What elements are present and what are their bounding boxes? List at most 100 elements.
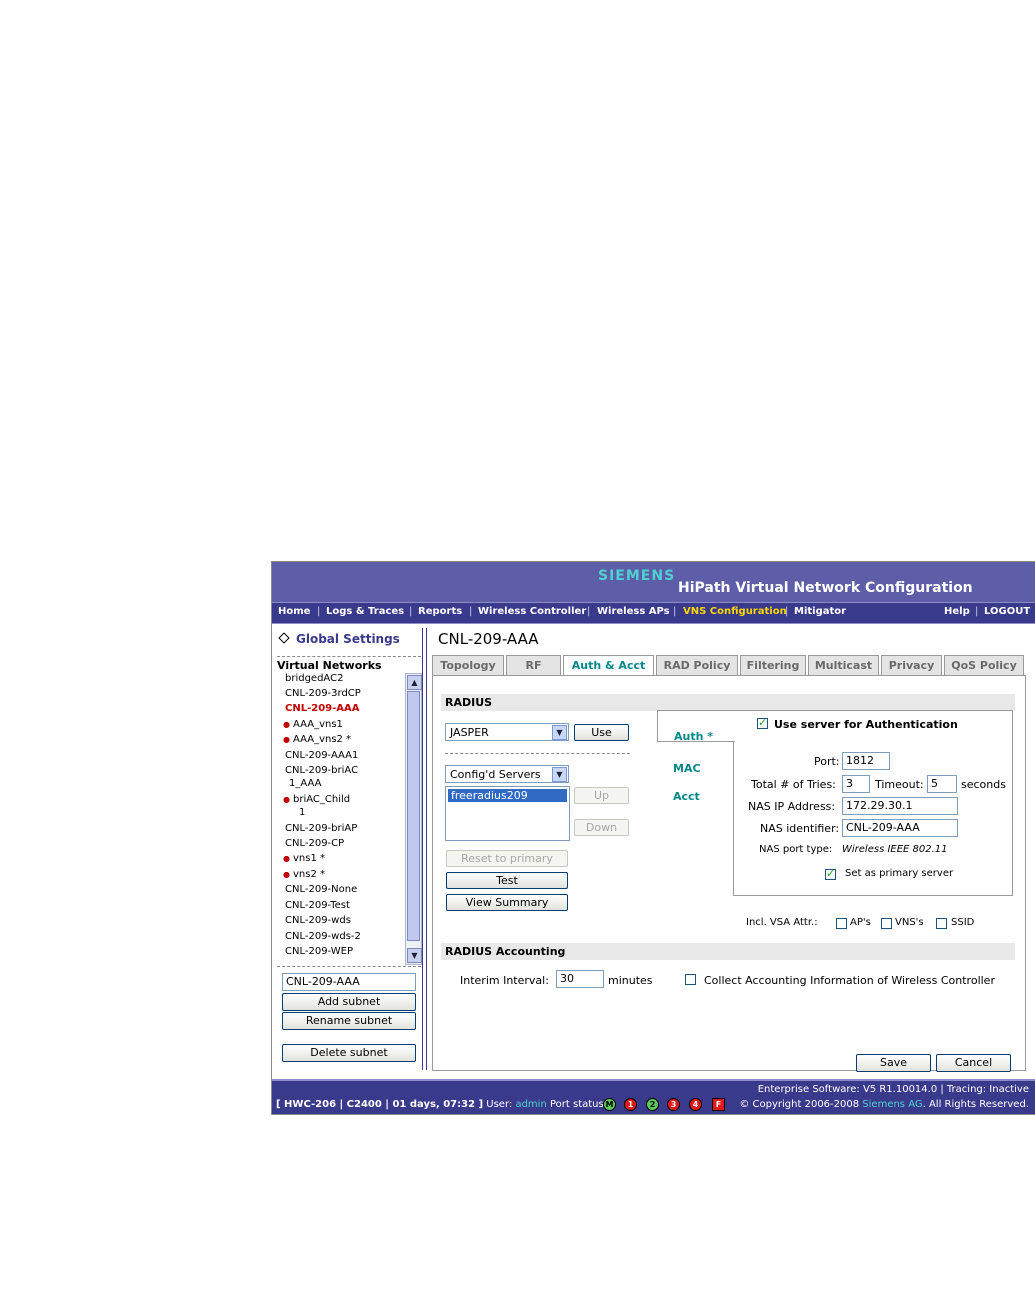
vsa-ssid-checkbox[interactable] [936,918,947,929]
list-item[interactable]: ● vns1 * [283,853,325,864]
nav-help[interactable]: Help [944,606,970,617]
use-button[interactable]: Use [574,724,629,741]
collect-accounting-label: Collect Accounting Information of Wirele… [704,974,995,987]
nav-reports[interactable]: Reports [418,606,462,617]
global-settings-link[interactable]: Global Settings [278,632,400,646]
divider [277,966,421,967]
list-item[interactable]: CNL-209-AAA1 [285,750,358,761]
nav-wireless-aps[interactable]: Wireless APs [597,606,670,617]
nav-logs-traces[interactable]: Logs & Traces [326,606,404,617]
nav-separator: | [317,606,321,617]
nav-logout[interactable]: LOGOUT [984,606,1030,617]
list-item[interactable]: CNL-209-CP [285,838,344,849]
list-item[interactable]: CNL-209-briAC [285,765,358,776]
tab-topology[interactable]: Topology [432,655,504,675]
list-item-continuation[interactable]: 1_AAA [289,778,321,789]
primary-server-checkbox[interactable] [825,867,836,880]
up-button[interactable]: Up [574,787,629,804]
subnet-name-input[interactable]: CNL-209-AAA [282,973,416,991]
port-label: Port: [814,755,840,768]
list-item[interactable]: CNL-209-briAP [285,823,357,834]
tries-input[interactable]: 3 [842,775,870,793]
list-item[interactable]: ● AAA_vns2 * [283,734,351,745]
nav-vns-configuration[interactable]: VNS Configuration [683,606,787,617]
nav-separator: | [975,606,979,617]
chevron-down-icon[interactable]: ▼ [552,767,567,782]
configured-servers-select[interactable]: Config'd Servers ▼ [445,765,569,783]
nav-wireless-controller[interactable]: Wireless Controller [478,606,586,617]
port-2-status-icon: 2 [646,1098,659,1111]
nas-id-input[interactable]: CNL-209-AAA [842,819,958,837]
tab-qos-policy[interactable]: QoS Policy [944,655,1024,675]
vsa-aps-label: AP's [850,917,871,928]
rename-subnet-button[interactable]: Rename subnet [282,1012,416,1030]
brand-logo: SIEMENS [598,568,676,584]
list-item-continuation[interactable]: 1 [299,807,305,818]
tab-multicast[interactable]: Multicast [808,655,879,675]
divider [445,753,630,754]
tab-rad-policy[interactable]: RAD Policy [656,655,738,675]
list-item[interactable]: bridgedAC2 [285,673,343,684]
list-item[interactable]: CNL-209-Test [285,900,350,911]
chevron-down-icon[interactable]: ▼ [552,725,567,740]
virtual-network-list: bridgedAC2 CNL-209-3rdCP CNL-209-AAA ● AA… [277,672,409,962]
nas-port-type-label: NAS port type: [759,844,833,855]
port-3-status-icon: 3 [667,1098,680,1111]
list-item[interactable]: CNL-209-wds-2 [285,931,361,942]
radius-section-heading: RADIUS [441,694,1015,711]
nav-home[interactable]: Home [278,606,310,617]
server-list[interactable]: freeradius209 [445,786,570,841]
delete-subnet-button[interactable]: Delete subnet [282,1044,416,1062]
cancel-button[interactable]: Cancel [936,1054,1011,1072]
sidebar: Global Settings Virtual Networks bridged… [272,624,422,1078]
list-item[interactable]: CNL-209-WEP [285,946,353,957]
vsa-ssid-label: SSID [951,917,975,928]
nav-mitigator[interactable]: Mitigator [794,606,846,617]
diamond-icon [278,632,290,644]
down-button[interactable]: Down [574,819,629,836]
nas-ip-input[interactable]: 172.29.30.1 [842,797,958,815]
view-summary-button[interactable]: View Summary [446,894,568,911]
radius-server-select[interactable]: JASPER ▼ [445,723,569,741]
test-button[interactable]: Test [446,872,568,889]
server-list-item[interactable]: freeradius209 [448,789,567,802]
status-bar: [ HWC-206 | C2400 | 01 days, 07:32 ] Use… [272,1079,1035,1114]
subtab-auth[interactable]: Auth * [674,730,713,743]
company-link[interactable]: Siemens AG [862,1099,922,1110]
nas-port-type-value: Wireless IEEE 802.11 [842,844,948,855]
list-item-label: AAA_vns1 [292,719,343,730]
sidebar-divider [422,628,427,1070]
collect-accounting-checkbox[interactable] [685,974,696,985]
tab-filtering[interactable]: Filtering [740,655,806,675]
vsa-aps-checkbox[interactable] [836,918,847,929]
timeout-input[interactable]: 5 [927,775,957,793]
use-for-auth-checkbox[interactable] [757,716,768,729]
add-subnet-button[interactable]: Add subnet [282,993,416,1011]
subtab-mac[interactable]: MAC [673,762,701,775]
subtab-acct[interactable]: Acct [673,790,700,803]
list-item-selected[interactable]: CNL-209-AAA [285,703,359,714]
seconds-label: seconds [961,778,1006,791]
tries-label: Total # of Tries: [751,778,836,791]
list-item[interactable]: CNL-209-None [285,884,357,895]
copyright: © Copyright 2006-2008 Siemens AG. All Ri… [739,1099,1029,1110]
list-item[interactable]: CNL-209-wds [285,915,351,926]
port-m-status-icon: M [603,1098,616,1111]
save-button[interactable]: Save [856,1054,931,1072]
reset-to-primary-button[interactable]: Reset to primary [446,850,568,867]
scroll-up-icon[interactable]: ▲ [407,675,422,690]
scrollbar-thumb[interactable] [407,691,420,941]
port-input[interactable]: 1812 [842,752,890,770]
tab-auth-acct[interactable]: Auth & Acct [563,655,654,676]
list-item[interactable]: CNL-209-3rdCP [285,688,361,699]
tab-privacy[interactable]: Privacy [881,655,942,675]
list-item[interactable]: ● briAC_Child [283,794,350,805]
list-item[interactable]: ● vns2 * [283,869,325,880]
interim-interval-input[interactable]: 30 [556,970,604,988]
network-list-scrollbar[interactable]: ▲ ▼ [405,673,422,965]
vsa-vnss-checkbox[interactable] [881,918,892,929]
scroll-down-icon[interactable]: ▼ [407,948,422,963]
tab-bar: Topology RF Auth & Acct RAD Policy Filte… [432,655,1024,676]
list-item[interactable]: ● AAA_vns1 [283,719,343,730]
tab-rf[interactable]: RF [506,655,561,675]
